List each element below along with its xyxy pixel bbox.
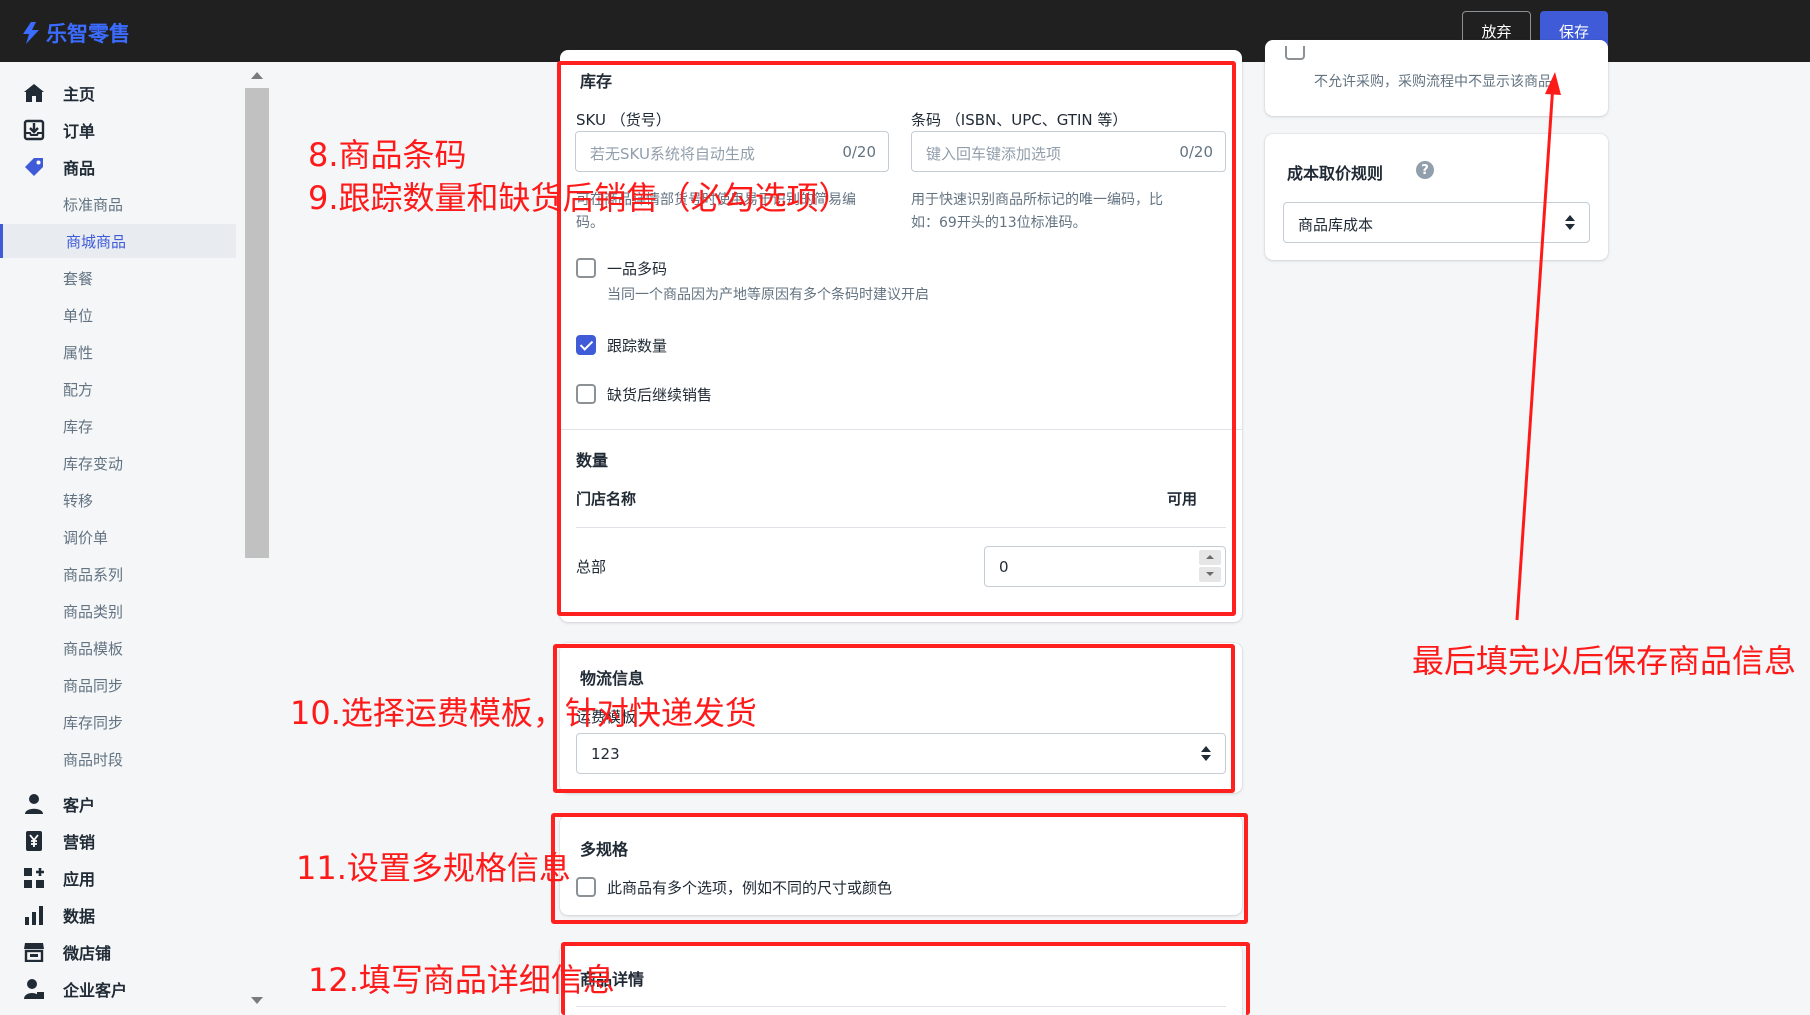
sidebar-subitem[interactable]: 商品系列	[0, 557, 236, 591]
sidebar-item-store[interactable]: 微店铺	[0, 935, 240, 969]
annotation-text-save: 最后填完以后保存商品信息	[1412, 642, 1797, 680]
annotation-box-inventory	[557, 61, 1236, 616]
sidebar-subitem-label: 商品同步	[63, 676, 124, 695]
sidebar-item-business-customers[interactable]: 企业客户	[0, 972, 240, 1006]
sidebar-item-label: 微店铺	[63, 944, 112, 963]
inbox-download-icon	[22, 118, 46, 142]
purchase-help: 不允许采购，采购流程中不显示该商品	[1314, 74, 1552, 90]
question-icon[interactable]: ?	[1416, 161, 1434, 179]
sidebar-item-home[interactable]: 主页	[0, 76, 240, 110]
sidebar-item-label: 订单	[63, 122, 96, 141]
store-icon	[22, 940, 46, 964]
sidebar-subitem-label: 商品时段	[63, 750, 124, 769]
sidebar-item-label: 主页	[63, 85, 96, 104]
sidebar-subitem[interactable]: 配方	[0, 372, 236, 406]
sidebar-item-label: 应用	[63, 870, 96, 889]
brand-logo[interactable]: 乐智零售	[20, 18, 130, 48]
sidebar-subitem[interactable]: 商品类别	[0, 594, 236, 628]
sidebar-item-label: 营销	[63, 833, 96, 852]
sidebar-subitem-label: 标准商品	[63, 195, 124, 214]
scroll-down-icon[interactable]	[251, 997, 263, 1004]
annotation-box-variants	[551, 813, 1248, 924]
cost-rule-value: 商品库成本	[1298, 216, 1374, 234]
cost-rule-select[interactable]: 商品库成本	[1283, 202, 1590, 243]
sidebar-subitem[interactable]: 商品同步	[0, 668, 236, 702]
sidebar-subitem[interactable]: 标准商品	[0, 187, 236, 221]
select-arrows-icon	[1565, 215, 1575, 231]
sidebar-item-label: 数据	[63, 907, 96, 926]
sidebar-subitem-label: 库存	[63, 417, 94, 436]
purchase-card: 不允许采购，采购流程中不显示该商品	[1265, 40, 1608, 116]
sidebar-subitem[interactable]: 商品模板	[0, 631, 236, 665]
sidebar-subitem[interactable]: 调价单	[0, 520, 236, 554]
sidebar-subitem-label: 配方	[63, 380, 94, 399]
person-icon	[22, 792, 46, 816]
sidebar-subitem[interactable]: 库存变动	[0, 446, 236, 480]
sidebar-subitem-label: 调价单	[63, 528, 109, 547]
sidebar-subitem-active[interactable]: 商城商品	[0, 224, 236, 258]
sidebar-subitem-label: 商品模板	[63, 639, 124, 658]
business-user-icon	[22, 977, 46, 1001]
sidebar-item-label: 商品	[63, 159, 96, 178]
sidebar-subitem[interactable]: 单位	[0, 298, 236, 332]
apps-icon	[22, 866, 46, 890]
sidebar-subitem[interactable]: 商品时段	[0, 742, 236, 776]
sidebar-subitem-label: 属性	[63, 343, 94, 362]
sidebar-subitem-label: 库存变动	[63, 454, 124, 473]
sidebar-subitem[interactable]: 库存同步	[0, 705, 236, 739]
sidebar-subitem-label: 商品系列	[63, 565, 124, 584]
annotation-text-tracking: 9.跟踪数量和缺货后销售（必勾选项）	[308, 179, 851, 217]
sidebar-subitem[interactable]: 属性	[0, 335, 236, 369]
cost-rule-title: 成本取价规则	[1287, 164, 1384, 183]
bar-chart-icon	[22, 903, 46, 927]
annotation-text-barcode: 8.商品条码	[308, 136, 467, 174]
brand-logo-icon	[23, 22, 39, 44]
scrollbar-thumb[interactable]	[245, 88, 269, 558]
annotation-text-variants: 11.设置多规格信息	[296, 849, 571, 887]
sidebar-subitem-label: 库存同步	[63, 713, 124, 732]
cost-rule-card: 成本取价规则 ? 商品库成本	[1265, 134, 1608, 260]
home-icon	[22, 81, 46, 105]
annotation-box-details	[561, 942, 1250, 1015]
annotation-text-details: 12.填写商品详细信息	[308, 961, 615, 999]
sidebar-item-label: 企业客户	[63, 981, 128, 1000]
sidebar-subitem[interactable]: 转移	[0, 483, 236, 517]
sidebar-item-apps[interactable]: 应用	[0, 861, 240, 895]
sidebar-subitem[interactable]: 套餐	[0, 261, 236, 295]
scroll-up-icon[interactable]	[251, 72, 263, 79]
sidebar-scrollbar[interactable]	[245, 62, 269, 1015]
annotation-text-shipping: 10.选择运费模板，针对快递发货	[290, 694, 757, 732]
sidebar-subitem-label: 商品类别	[63, 602, 124, 621]
sidebar-subitem[interactable]: 库存	[0, 409, 236, 443]
sidebar: 主页 订单 商品 标准商品 商城商品 套餐 单位 属性 配方 库存 库存变动 转…	[0, 62, 270, 1015]
sidebar-item-data[interactable]: 数据	[0, 898, 240, 932]
sidebar-subitem-label: 套餐	[63, 269, 94, 288]
yen-icon	[22, 829, 46, 853]
sidebar-item-customers[interactable]: 客户	[0, 787, 240, 821]
sidebar-item-label: 客户	[63, 796, 96, 815]
sidebar-subitem-label: 单位	[63, 306, 94, 325]
sidebar-subitem-label: 商城商品	[66, 232, 127, 251]
sidebar-item-products[interactable]: 商品	[0, 150, 240, 184]
sidebar-item-marketing[interactable]: 营销	[0, 824, 240, 858]
purchase-checkbox[interactable]	[1285, 46, 1305, 60]
tag-icon	[22, 155, 46, 179]
brand-name: 乐智零售	[46, 22, 130, 46]
sidebar-item-orders[interactable]: 订单	[0, 113, 240, 147]
sidebar-subitem-label: 转移	[63, 491, 94, 510]
